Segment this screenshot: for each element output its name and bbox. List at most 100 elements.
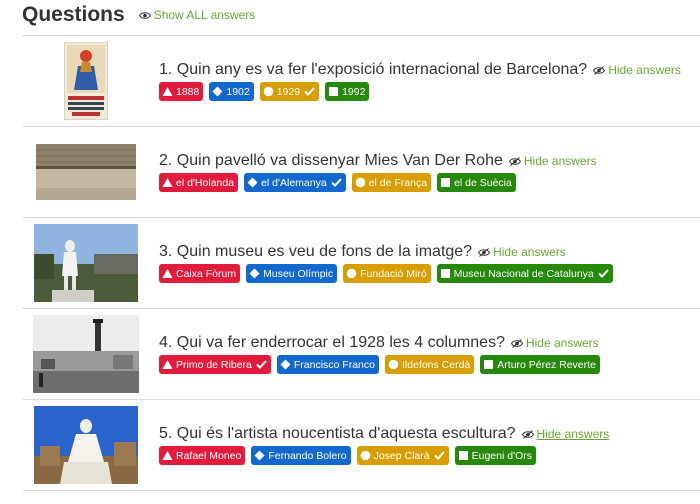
checkmark-icon — [433, 451, 445, 460]
eye-slash-icon — [593, 65, 606, 75]
columns-image — [33, 315, 139, 393]
answer-option[interactable]: el de França — [351, 173, 432, 192]
diamond-icon — [247, 177, 258, 188]
question-row: 2. Quin pavelló va dissenyar Mies Van De… — [22, 126, 700, 217]
answer-label: Primo de Ribera — [176, 358, 252, 371]
square-icon — [328, 86, 339, 97]
hide-answers-label: Hide answers — [608, 63, 681, 77]
eye-slash-icon — [521, 429, 534, 439]
hide-answers-label: Hide answers — [536, 427, 610, 441]
answer-option[interactable]: 1888 — [159, 82, 204, 101]
diamond-icon — [249, 268, 260, 279]
diamond-icon — [280, 359, 291, 370]
answer-option[interactable]: Museu Olímpic — [246, 264, 338, 283]
answer-option-correct[interactable]: Primo de Ribera — [159, 355, 271, 374]
question-content: 3. Quin museu es veu de fons de la imatg… — [150, 243, 700, 283]
triangle-icon — [162, 86, 173, 97]
answer-option-correct[interactable]: Museu Nacional de Catalunya — [436, 264, 613, 283]
page-header: Questions Show ALL answers — [22, 0, 255, 30]
answer-label: Arturo Pérez Reverte — [497, 358, 596, 371]
answer-label: 1902 — [226, 85, 250, 98]
answer-label: 1888 — [176, 85, 200, 98]
triangle-icon — [162, 359, 173, 370]
question-content: 4. Qui va fer enderrocar el 1928 les 4 c… — [150, 334, 700, 374]
answer-option-correct[interactable]: el d'Alemanya — [244, 173, 346, 192]
answer-option[interactable]: Fundació Miró — [343, 264, 431, 283]
checkmark-icon — [256, 360, 267, 369]
square-icon — [440, 177, 451, 188]
circle-icon — [263, 86, 274, 97]
hide-answers-link[interactable]: Hide answers — [478, 245, 566, 259]
answer-option[interactable]: Ildefons Cerdà — [384, 355, 475, 374]
hide-answers-link[interactable]: Hide answers — [593, 63, 681, 77]
exposition-poster-image — [64, 42, 108, 120]
question-text: 4. Qui va fer enderrocar el 1928 les 4 c… — [159, 334, 505, 351]
hide-answers-label: Hide answers — [523, 154, 597, 168]
square-icon — [440, 268, 451, 279]
square-icon — [483, 359, 494, 370]
answer-option[interactable]: 1992 — [325, 82, 370, 101]
answer-option-correct[interactable]: 1929 — [259, 82, 320, 101]
question-row: 4. Qui va fer enderrocar el 1928 les 4 c… — [22, 308, 700, 399]
answer-label: Rafael Moneo — [176, 449, 242, 462]
answer-label: 1992 — [342, 85, 366, 98]
hide-answers-link[interactable]: Hide answers — [521, 427, 610, 441]
answer-options: Caixa Fòrum Museu Olímpic Fundació Miró … — [159, 264, 700, 283]
answer-label: Josep Clarà — [373, 449, 430, 462]
question-row: 3. Quin museu es veu de fons de la imatg… — [22, 217, 700, 308]
answer-label: Caixa Fòrum — [176, 267, 237, 280]
question-text: 2. Quin pavelló va dissenyar Mies Van De… — [159, 152, 503, 169]
answer-label: el de Suècia — [454, 176, 512, 189]
triangle-icon — [162, 450, 173, 461]
answer-option[interactable]: el d'Holanda — [159, 173, 239, 192]
square-icon — [458, 450, 469, 461]
checkmark-icon — [304, 87, 315, 96]
hide-answers-label: Hide answers — [493, 245, 566, 259]
eye-icon — [138, 11, 151, 20]
answer-option[interactable]: 1902 — [209, 82, 254, 101]
question-image — [22, 224, 150, 302]
circle-icon — [388, 359, 399, 370]
circle-icon — [360, 450, 371, 461]
circle-icon — [346, 268, 357, 279]
answer-label: Fundació Miró — [360, 267, 427, 280]
answer-option[interactable]: el de Suècia — [437, 173, 516, 192]
answer-option[interactable]: Arturo Pérez Reverte — [480, 355, 600, 374]
answer-option[interactable]: Rafael Moneo — [159, 446, 246, 465]
hide-answers-link[interactable]: Hide answers — [510, 336, 599, 350]
answer-options: 1888 1902 1929 1992 — [159, 82, 700, 101]
diamond-icon — [212, 86, 223, 97]
answer-option[interactable]: Fernando Bolero — [251, 446, 351, 465]
answer-options: el d'Holanda el d'Alemanya el de França … — [159, 173, 700, 192]
answer-option-correct[interactable]: Josep Clarà — [356, 446, 449, 465]
answer-label: Museu Olímpic — [263, 267, 334, 280]
answer-label: Ildefons Cerdà — [401, 358, 471, 371]
eye-slash-icon — [508, 156, 521, 166]
answer-label: el d'Alemanya — [261, 176, 327, 189]
diamond-icon — [254, 450, 265, 461]
answer-label: Museu Nacional de Catalunya — [453, 267, 594, 280]
question-image — [22, 144, 150, 200]
answer-label: el de França — [368, 176, 428, 189]
circle-icon — [355, 177, 366, 188]
checkmark-icon — [598, 269, 609, 278]
answer-option[interactable]: Francisco Franco — [276, 355, 379, 374]
triangle-icon — [162, 268, 173, 279]
show-all-answers-link[interactable]: Show ALL answers — [138, 8, 255, 22]
hide-answers-link[interactable]: Hide answers — [508, 154, 597, 168]
question-text: 1. Quin any es va fer l'exposició intern… — [159, 61, 588, 78]
list-bottom-divider — [22, 490, 700, 491]
page-title: Questions — [22, 3, 125, 26]
question-text: 5. Qui és l'artista noucentista d'aquest… — [159, 425, 516, 442]
question-text: 3. Quin museu es veu de fons de la imatg… — [159, 243, 473, 260]
answer-label: el d'Holanda — [176, 176, 235, 189]
question-image — [22, 406, 150, 484]
question-content: 2. Quin pavelló va dissenyar Mies Van De… — [150, 152, 700, 192]
question-image — [22, 315, 150, 393]
answer-option[interactable]: Eugeni d'Ors — [454, 446, 536, 465]
question-row: 5. Qui és l'artista noucentista d'aquest… — [22, 399, 700, 490]
question-image — [22, 42, 150, 120]
answer-options: Primo de Ribera Francisco Franco Ildefon… — [159, 355, 700, 374]
triangle-icon — [162, 177, 173, 188]
answer-option[interactable]: Caixa Fòrum — [159, 264, 241, 283]
